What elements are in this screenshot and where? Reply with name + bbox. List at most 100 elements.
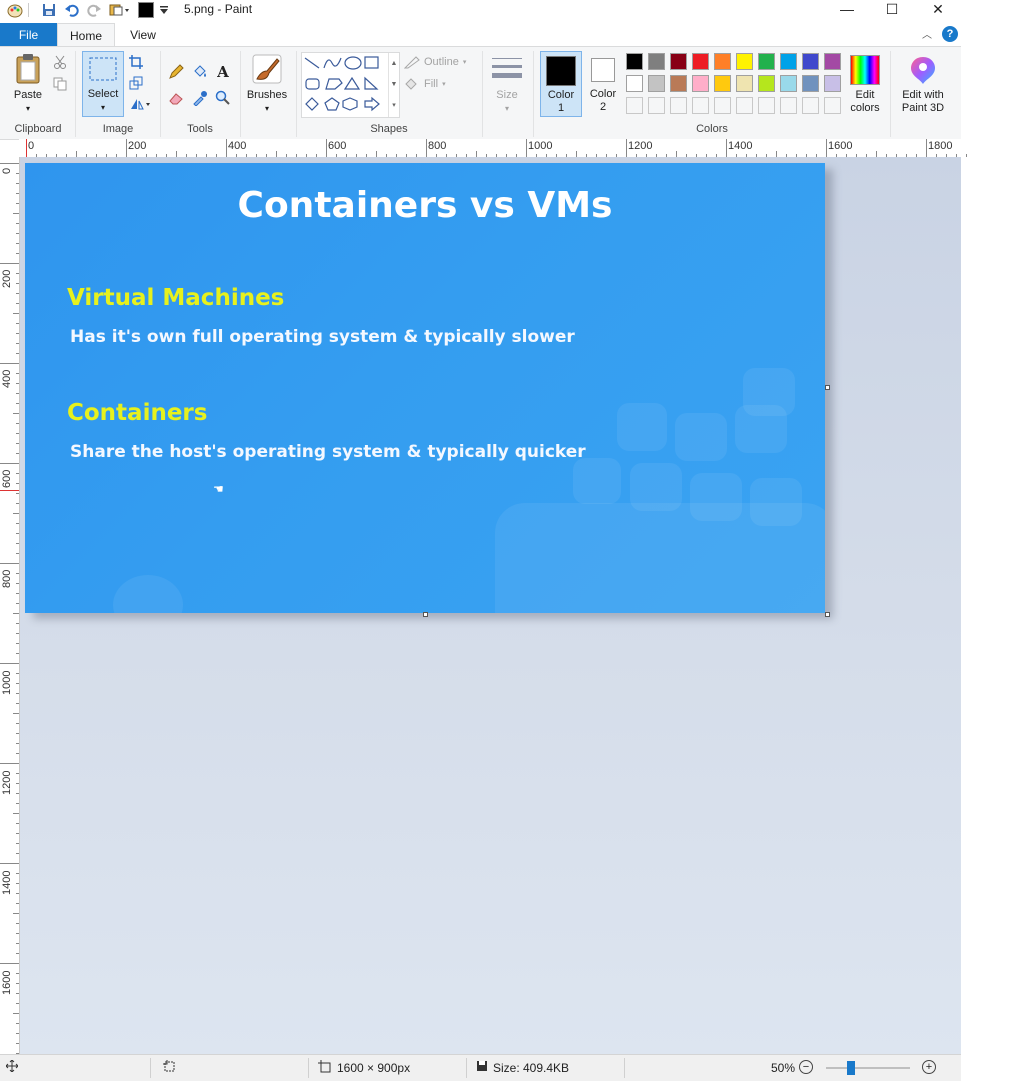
fill-button[interactable]: Fill ▾: [404, 77, 446, 91]
edit-colors-button[interactable]: Edit colors: [846, 55, 884, 115]
ruler-tick: [16, 253, 19, 254]
file-size-icon: [476, 1060, 488, 1075]
size-button[interactable]: Size ▾: [488, 55, 526, 115]
collapse-ribbon-icon[interactable]: ︿: [922, 26, 932, 41]
ruler-tick: [16, 243, 19, 244]
redo-icon[interactable]: [85, 1, 103, 19]
ruler-label: 600: [328, 140, 347, 152]
custom-color-slot[interactable]: [714, 97, 731, 114]
image-group-label: Image: [102, 123, 134, 135]
ruler-tick: [16, 193, 19, 194]
resize-icon[interactable]: [127, 74, 145, 92]
custom-color-slot[interactable]: [648, 97, 665, 114]
palette-color-swatch[interactable]: [780, 53, 797, 70]
custom-color-slot[interactable]: [802, 97, 819, 114]
paint3d-label-2: Paint 3D: [901, 102, 945, 114]
shapes-gallery[interactable]: ▲ ▼ ▾: [301, 52, 400, 118]
vm-description: Has it's own full operating system & typ…: [70, 327, 575, 347]
paste-label: Paste: [13, 89, 43, 101]
palette-color-swatch[interactable]: [626, 75, 643, 92]
palette-color-swatch[interactable]: [692, 75, 709, 92]
maximize-button[interactable]: ☐: [869, 0, 915, 18]
help-icon[interactable]: ?: [942, 26, 958, 42]
palette-color-swatch[interactable]: [692, 53, 709, 70]
palette-color-swatch[interactable]: [648, 53, 665, 70]
paste-button[interactable]: Paste ▾: [8, 53, 48, 115]
custom-color-slot[interactable]: [780, 97, 797, 114]
color-indicator-icon[interactable]: [137, 1, 155, 19]
palette-color-swatch[interactable]: [780, 75, 797, 92]
brushes-button[interactable]: Brushes ▾: [245, 53, 289, 115]
ruler-tick: [16, 733, 19, 734]
undo-icon[interactable]: [63, 1, 81, 19]
zoom-slider[interactable]: [826, 1061, 910, 1075]
palette-color-swatch[interactable]: [626, 53, 643, 70]
palette-color-swatch[interactable]: [824, 53, 841, 70]
palette-color-swatch[interactable]: [824, 75, 841, 92]
resize-handle-right[interactable]: [825, 385, 830, 390]
palette-color-swatch[interactable]: [736, 75, 753, 92]
tab-home[interactable]: Home: [57, 23, 115, 47]
custom-color-slot[interactable]: [736, 97, 753, 114]
rotate-icon[interactable]: [127, 95, 153, 113]
group-separator: [240, 51, 241, 137]
palette-color-swatch[interactable]: [758, 53, 775, 70]
group-separator: [296, 51, 297, 137]
tab-view[interactable]: View: [122, 23, 164, 47]
crop-icon[interactable]: [127, 53, 145, 71]
color1-button[interactable]: Color 1: [540, 51, 582, 117]
color-picker-icon[interactable]: [191, 89, 209, 107]
ruler-tick: [16, 433, 19, 434]
custom-color-slot[interactable]: [692, 97, 709, 114]
zoom-out-button[interactable]: −: [799, 1060, 813, 1074]
containers-description: Share the host's operating system & typi…: [70, 442, 586, 462]
select-button[interactable]: Select ▾: [82, 51, 124, 117]
palette-color-swatch[interactable]: [648, 75, 665, 92]
outline-button[interactable]: Outline ▾: [404, 55, 466, 69]
zoom-slider-thumb[interactable]: [847, 1061, 855, 1075]
custom-color-slot[interactable]: [758, 97, 775, 114]
tab-file[interactable]: File: [0, 23, 57, 47]
ruler-tick: [16, 843, 19, 844]
ruler-tick: [16, 573, 19, 574]
resize-handle-bottom[interactable]: [423, 612, 428, 617]
paint-app-icon[interactable]: [6, 1, 24, 19]
save-icon[interactable]: [40, 1, 58, 19]
status-separator: [308, 1058, 309, 1078]
ruler-tick: [16, 603, 19, 604]
palette-color-swatch[interactable]: [802, 53, 819, 70]
magnifier-icon[interactable]: [214, 89, 232, 107]
edit-with-paint3d-button[interactable]: Edit with Paint 3D: [896, 55, 950, 115]
color2-button[interactable]: Color 2: [584, 51, 622, 114]
text-tool-icon[interactable]: A: [214, 63, 232, 81]
palette-color-swatch[interactable]: [670, 75, 687, 92]
customize-qat-icon[interactable]: [108, 1, 132, 19]
palette-color-swatch[interactable]: [736, 53, 753, 70]
shapes-scroll[interactable]: ▲ ▼ ▾: [388, 53, 399, 117]
ruler-tick: [16, 743, 19, 744]
resize-handle-corner[interactable]: [825, 612, 830, 617]
palette-color-swatch[interactable]: [714, 75, 731, 92]
palette-color-swatch[interactable]: [758, 75, 775, 92]
close-button[interactable]: ✕: [915, 0, 961, 18]
zoom-in-button[interactable]: +: [922, 1060, 936, 1074]
custom-color-slot[interactable]: [824, 97, 841, 114]
canvas-image[interactable]: Containers vs VMs Virtual Machines Has i…: [25, 163, 825, 613]
custom-color-slot[interactable]: [626, 97, 643, 114]
ruler-tick: [16, 423, 19, 424]
palette-color-swatch[interactable]: [670, 53, 687, 70]
custom-color-slot[interactable]: [670, 97, 687, 114]
minimize-button[interactable]: —: [824, 0, 870, 18]
palette-color-swatch[interactable]: [714, 53, 731, 70]
colors-group-label: Colors: [696, 123, 728, 135]
copy-icon[interactable]: [51, 75, 69, 93]
image-dimensions-icon: [318, 1060, 331, 1076]
palette-color-swatch[interactable]: [802, 75, 819, 92]
clipboard-group-label: Clipboard: [14, 123, 62, 135]
pencil-icon[interactable]: [167, 63, 185, 81]
ruler-tick: [13, 213, 19, 214]
fill-bucket-icon[interactable]: [191, 63, 209, 81]
qat-dropdown-icon[interactable]: [158, 1, 170, 19]
cut-icon[interactable]: [51, 53, 69, 71]
eraser-icon[interactable]: [167, 89, 185, 107]
